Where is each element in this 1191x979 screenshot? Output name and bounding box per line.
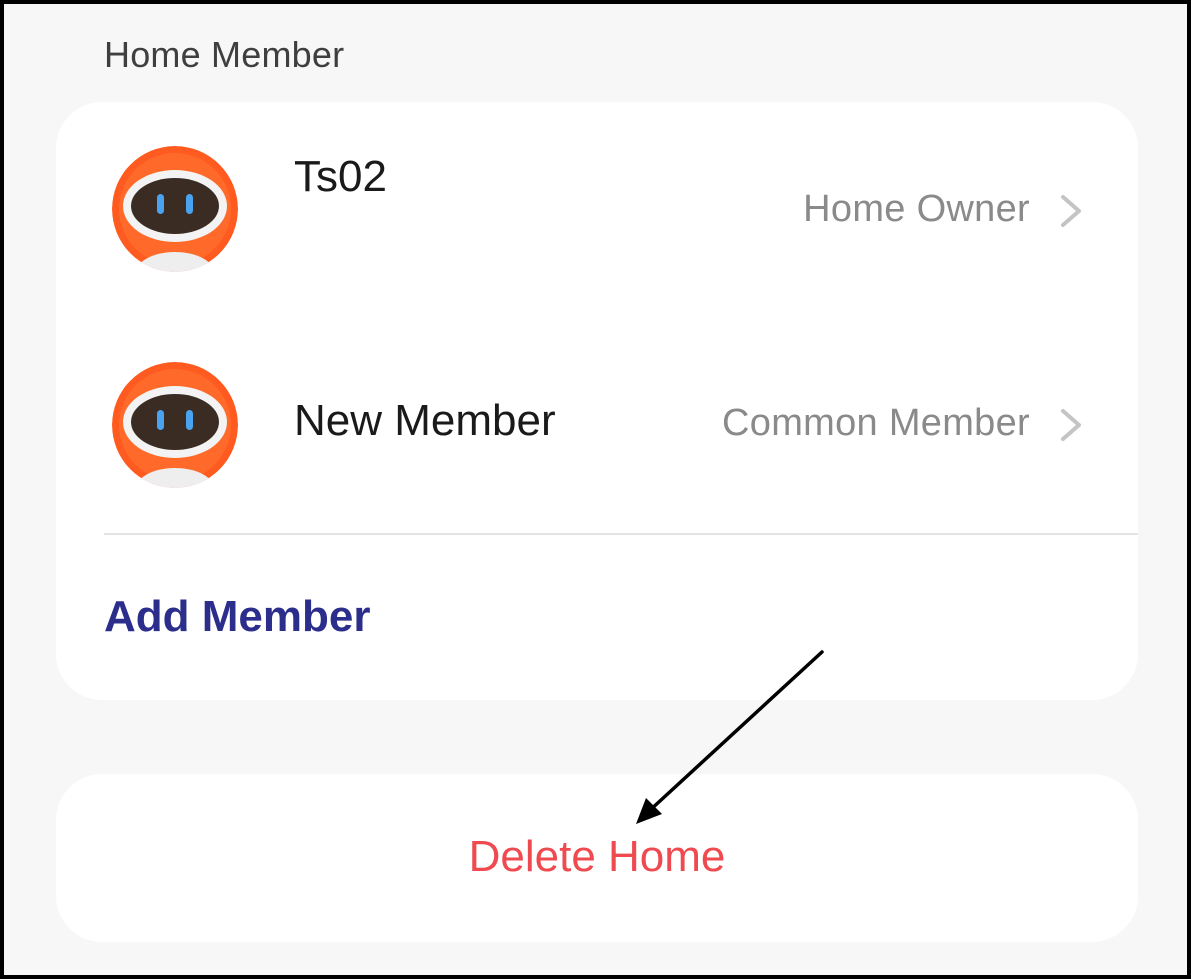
- arrow-annotation: [636, 650, 824, 824]
- delete-home-button[interactable]: Delete Home: [56, 832, 1138, 882]
- section-header-home-member: Home Member: [104, 34, 345, 75]
- home-settings-screen: Home Member Ts02 Home Owner New Member C…: [0, 0, 1191, 979]
- robot-avatar-icon: [112, 362, 238, 488]
- member-role: Home Owner: [803, 188, 1030, 230]
- member-name: New Member: [294, 396, 556, 445]
- member-name: Ts02: [294, 152, 387, 201]
- divider: [104, 533, 1138, 535]
- chevron-right-icon: [1061, 409, 1081, 441]
- add-member-button[interactable]: Add Member: [104, 592, 370, 642]
- members-card: Ts02 Home Owner New Member Common Member…: [56, 102, 1138, 700]
- member-row-ts02[interactable]: Ts02 Home Owner: [56, 132, 1138, 292]
- member-row-new-member[interactable]: New Member Common Member: [56, 348, 1138, 508]
- robot-avatar-icon: [112, 146, 238, 272]
- member-role: Common Member: [722, 402, 1030, 444]
- delete-home-card[interactable]: Delete Home: [56, 774, 1138, 942]
- chevron-right-icon: [1061, 195, 1081, 227]
